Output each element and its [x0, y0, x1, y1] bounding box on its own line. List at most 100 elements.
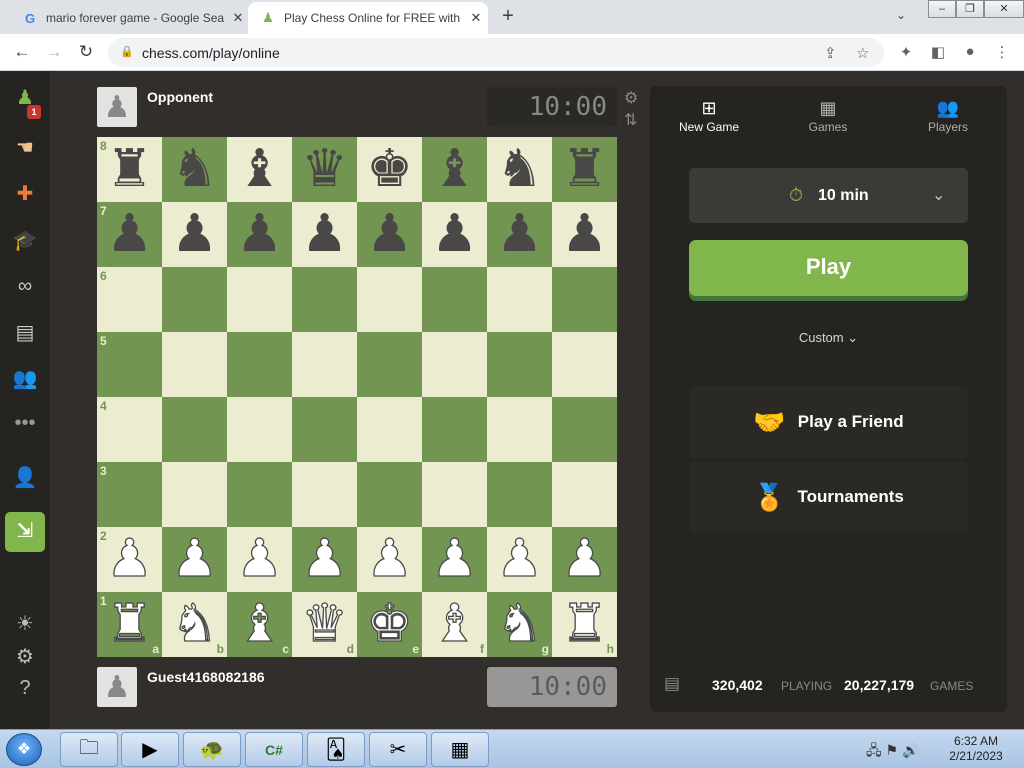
black-pawn-piece[interactable]: ♟ — [292, 202, 357, 267]
tab-chess[interactable]: ♟ Play Chess Online for FREE with Friend… — [248, 2, 488, 34]
square-g1[interactable]: ♞ g — [487, 592, 552, 657]
square-a7[interactable]: ♟ 7 — [97, 202, 162, 267]
restore-button[interactable]: ❐ — [956, 0, 984, 18]
taskbar-media-player[interactable]: ▶ — [121, 732, 179, 767]
new-tab-button[interactable]: + — [498, 6, 518, 26]
square-g8[interactable]: ♞ — [487, 137, 552, 202]
close-tab-icon[interactable]: ✕ — [468, 10, 484, 26]
square-d2[interactable]: ♟ — [292, 527, 357, 592]
square-h6[interactable] — [552, 267, 617, 332]
taskbar-snipping-tool[interactable]: ✂ — [369, 732, 427, 767]
square-g4[interactable] — [487, 397, 552, 462]
square-h8[interactable]: ♜ — [552, 137, 617, 202]
black-pawn-piece[interactable]: ♟ — [227, 202, 292, 267]
black-queen-piece[interactable]: ♛ — [292, 137, 357, 202]
square-a8[interactable]: ♜ 8 — [97, 137, 162, 202]
square-f4[interactable] — [422, 397, 487, 462]
white-pawn-piece[interactable]: ♟ — [227, 527, 292, 592]
square-h7[interactable]: ♟ — [552, 202, 617, 267]
square-b1[interactable]: ♞ b — [162, 592, 227, 657]
forward-icon[interactable]: → — [44, 42, 64, 62]
white-pawn-piece[interactable]: ♟ — [357, 527, 422, 592]
square-e7[interactable]: ♟ — [357, 202, 422, 267]
square-e8[interactable]: ♚ — [357, 137, 422, 202]
lessons-icon[interactable]: 🎓 — [11, 226, 39, 254]
black-king-piece[interactable]: ♚ — [357, 137, 422, 202]
clock[interactable]: 6:32 AM 2/21/2023 — [946, 734, 1006, 764]
menu-icon[interactable]: ⋮ — [993, 43, 1011, 61]
white-pawn-piece[interactable]: ♟ — [552, 527, 617, 592]
taskbar-csharp[interactable]: C# — [245, 732, 303, 767]
square-d8[interactable]: ♛ — [292, 137, 357, 202]
square-f5[interactable] — [422, 332, 487, 397]
square-f8[interactable]: ♝ — [422, 137, 487, 202]
black-bishop-piece[interactable]: ♝ — [227, 137, 292, 202]
back-icon[interactable]: ← — [12, 42, 32, 62]
black-pawn-piece[interactable]: ♟ — [357, 202, 422, 267]
square-c1[interactable]: ♝ c — [227, 592, 292, 657]
square-b8[interactable]: ♞ — [162, 137, 227, 202]
square-h1[interactable]: ♜ h — [552, 592, 617, 657]
square-a4[interactable]: 4 — [97, 397, 162, 462]
black-pawn-piece[interactable]: ♟ — [162, 202, 227, 267]
square-b6[interactable] — [162, 267, 227, 332]
url-text[interactable]: chess.com/play/online — [142, 45, 280, 61]
square-c3[interactable] — [227, 462, 292, 527]
theme-icon[interactable]: ☀ — [11, 609, 39, 637]
square-e3[interactable] — [357, 462, 422, 527]
square-c5[interactable] — [227, 332, 292, 397]
square-f6[interactable] — [422, 267, 487, 332]
puzzles-icon[interactable]: ☚ — [11, 133, 39, 161]
square-d3[interactable] — [292, 462, 357, 527]
square-g2[interactable]: ♟ — [487, 527, 552, 592]
taskbar-solitaire[interactable]: 🂡 — [307, 732, 365, 767]
flip-board-icon[interactable]: ⇅ — [624, 110, 637, 130]
add-user-icon[interactable]: 👤 — [11, 463, 39, 491]
more-icon[interactable]: ••• — [11, 409, 39, 437]
square-c8[interactable]: ♝ — [227, 137, 292, 202]
square-b7[interactable]: ♟ — [162, 202, 227, 267]
square-a1[interactable]: ♜ 1 a — [97, 592, 162, 657]
chat-icon[interactable]: ▤ — [664, 674, 680, 694]
square-d6[interactable] — [292, 267, 357, 332]
flag-icon[interactable]: ⚑ — [886, 742, 899, 758]
chess-board[interactable]: ♜ 8 ♞ ♝ ♛ ♚ ♝ ♞ ♜ ♟ 7 ♟ ♟ ♟ ♟ ♟ ♟ ♟ 6 5 4 3 ♟ 2 ♟ ♟ ♟ ♟ ♟ ♟ ♟ ♜ 1 a ♞ b ♝ c ♛ d… — [97, 137, 617, 657]
extensions-icon[interactable]: ✦ — [897, 43, 915, 61]
close-tab-icon[interactable]: ✕ — [230, 10, 246, 26]
close-window-button[interactable]: ✕ — [984, 0, 1024, 18]
black-knight-piece[interactable]: ♞ — [162, 137, 227, 202]
square-h5[interactable] — [552, 332, 617, 397]
white-pawn-piece[interactable]: ♟ — [422, 527, 487, 592]
square-b5[interactable] — [162, 332, 227, 397]
black-knight-piece[interactable]: ♞ — [487, 137, 552, 202]
square-h4[interactable] — [552, 397, 617, 462]
square-c2[interactable]: ♟ — [227, 527, 292, 592]
tab-players[interactable]: 👥 Players — [898, 96, 998, 134]
square-e4[interactable] — [357, 397, 422, 462]
square-f3[interactable] — [422, 462, 487, 527]
news-icon[interactable]: ▤ — [11, 318, 39, 346]
square-e6[interactable] — [357, 267, 422, 332]
square-b3[interactable] — [162, 462, 227, 527]
square-e2[interactable]: ♟ — [357, 527, 422, 592]
white-pawn-piece[interactable]: ♟ — [292, 527, 357, 592]
tournaments-button[interactable]: 🏅 Tournaments — [689, 461, 968, 533]
opponent-name[interactable]: Opponent — [147, 89, 213, 105]
black-pawn-piece[interactable]: ♟ — [552, 202, 617, 267]
social-icon[interactable]: 👥 — [11, 364, 39, 392]
tab-games[interactable]: ▦ Games — [778, 96, 878, 134]
white-bishop-piece[interactable]: ♝ — [422, 592, 487, 657]
square-d7[interactable]: ♟ — [292, 202, 357, 267]
square-b2[interactable]: ♟ — [162, 527, 227, 592]
square-f2[interactable]: ♟ — [422, 527, 487, 592]
square-a5[interactable]: 5 — [97, 332, 162, 397]
board-settings-icon[interactable]: ⚙ — [624, 88, 638, 108]
help-icon[interactable]: ? — [11, 674, 39, 702]
lock-icon[interactable]: 🔒 — [120, 45, 134, 58]
share-icon[interactable]: ⇪ — [824, 44, 837, 62]
learn-icon[interactable]: ✚ — [11, 179, 39, 207]
network-icon[interactable]: 🖧 — [866, 742, 882, 758]
square-a2[interactable]: ♟ 2 — [97, 527, 162, 592]
square-c4[interactable] — [227, 397, 292, 462]
square-f7[interactable]: ♟ — [422, 202, 487, 267]
